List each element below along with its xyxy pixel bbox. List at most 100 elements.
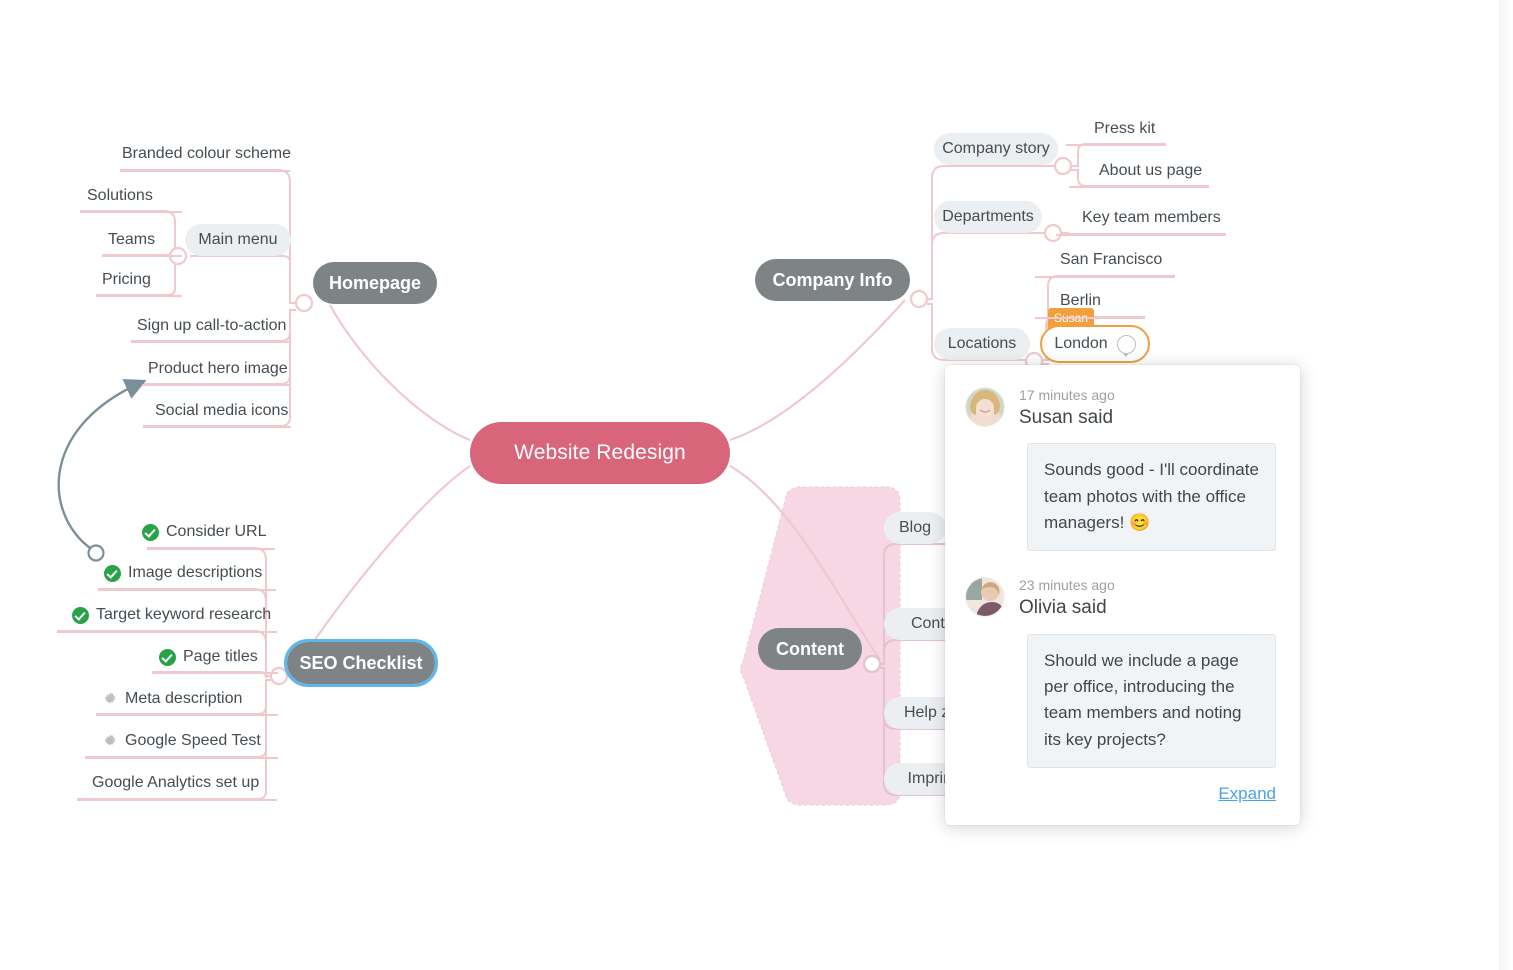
branch-node-homepage[interactable]: Homepage: [313, 262, 437, 304]
node-london-commented[interactable]: London: [1040, 325, 1150, 363]
node-label: Company story: [942, 140, 1050, 157]
node-underline-rail: [143, 426, 291, 428]
check-circle-icon: [104, 564, 121, 582]
node-label: London: [1054, 335, 1108, 352]
comment-timestamp: 17 minutes ago: [1019, 387, 1115, 403]
node-company-story[interactable]: Company story: [934, 133, 1058, 165]
node-blog[interactable]: Blog: [884, 512, 946, 544]
mindmap-canvas[interactable]: Website Redesign Homepage SEO Checklist …: [0, 0, 1513, 970]
node-label: Departments: [942, 208, 1034, 225]
node-meta-description[interactable]: Meta description: [100, 687, 252, 711]
branch-node-content[interactable]: Content: [758, 628, 862, 670]
node-underline-rail: [147, 548, 275, 550]
node-departments[interactable]: Departments: [934, 201, 1042, 233]
comment-entry: 17 minutes ago Susan said Sounds good - …: [965, 387, 1276, 552]
node-pricing[interactable]: Pricing: [100, 268, 156, 292]
node-label: Page titles: [183, 648, 258, 665]
branch-node-company-info[interactable]: Company Info: [755, 259, 910, 301]
comment-author: Olivia said: [1019, 596, 1107, 618]
gear-icon: [102, 691, 118, 707]
node-label: Branded colour scheme: [122, 145, 291, 162]
node-image-descriptions[interactable]: Image descriptions: [102, 561, 264, 585]
node-page-titles[interactable]: Page titles: [157, 645, 258, 669]
branch-node-seo-checklist[interactable]: SEO Checklist: [284, 639, 438, 687]
comment-meta: 17 minutes ago Susan said: [1019, 387, 1115, 429]
node-locations[interactable]: Locations: [934, 328, 1030, 360]
node-label: Key team members: [1082, 209, 1221, 226]
node-label: Meta description: [125, 690, 243, 707]
check-circle-icon: [159, 648, 176, 666]
comment-meta: 23 minutes ago Olivia said: [1019, 577, 1115, 619]
comment-header: 17 minutes ago Susan said: [965, 387, 1276, 429]
olivia-avatar: [965, 577, 1005, 618]
node-underline-rail: [120, 170, 290, 172]
node-main-menu[interactable]: Main menu: [185, 224, 291, 256]
node-sign-up-call-to-action[interactable]: Sign up call-to-action: [135, 314, 287, 338]
node-label: Google Speed Test: [125, 732, 261, 749]
node-underline-rail: [77, 799, 277, 801]
node-underline-rail: [85, 757, 278, 759]
node-underline-rail: [1069, 186, 1209, 188]
comment-body: Sounds good - I'll coordinate team photo…: [1027, 443, 1276, 552]
node-label: Google Analytics set up: [92, 774, 260, 791]
node-label: Sign up call-to-action: [137, 317, 287, 334]
node-about-us-page[interactable]: About us page: [1097, 159, 1205, 183]
node-social-media-icons[interactable]: Social media icons: [153, 399, 288, 423]
check-circle-icon: [72, 606, 89, 624]
comment-entry: 23 minutes ago Olivia said Should we inc…: [965, 577, 1276, 768]
node-label: Locations: [947, 335, 1017, 352]
node-label: Target keyword research: [96, 606, 272, 623]
node-underline-rail: [80, 211, 182, 213]
root-node-website-redesign[interactable]: Website Redesign: [470, 422, 730, 484]
node-label: Social media icons: [155, 402, 289, 419]
check-circle-icon: [142, 523, 159, 541]
node-target-keyword-research[interactable]: Target keyword research: [70, 603, 271, 627]
node-label: Image descriptions: [128, 564, 263, 581]
gear-icon: [102, 733, 118, 749]
expand-link[interactable]: Expand: [1218, 784, 1276, 803]
node-google-analytics-set-up[interactable]: Google Analytics set up: [90, 771, 260, 795]
node-label: Main menu: [198, 231, 278, 248]
comment-bubble-icon[interactable]: [1116, 334, 1136, 357]
comment-author: Susan said: [1019, 406, 1114, 428]
hub-departments: [1043, 223, 1063, 243]
expand-row: Expand: [965, 784, 1276, 804]
node-branded-colour-scheme[interactable]: Branded colour scheme: [120, 142, 291, 166]
node-underline-rail: [131, 341, 291, 343]
node-label: Press kit: [1094, 120, 1156, 137]
comment-body: Should we include a page per office, int…: [1027, 633, 1276, 768]
node-san-francisco[interactable]: San Francisco: [1058, 248, 1166, 272]
relationship-arrow: [57, 379, 147, 554]
hub-homepage: [294, 293, 314, 313]
comment-timestamp: 23 minutes ago: [1019, 577, 1115, 594]
node-key-team-members[interactable]: Key team members: [1080, 206, 1221, 230]
node-product-hero-image[interactable]: Product hero image: [146, 357, 288, 381]
node-underline-rail: [98, 589, 276, 591]
node-underline-rail: [102, 255, 182, 257]
node-press-kit[interactable]: Press kit: [1092, 117, 1164, 141]
node-underline-rail: [57, 631, 277, 633]
node-teams[interactable]: Teams: [106, 228, 158, 252]
node-consider-url[interactable]: Consider URL: [140, 520, 266, 544]
comment-header: 23 minutes ago Olivia said: [965, 577, 1276, 619]
branch-label-company-info: Company Info: [772, 269, 893, 290]
hub-company-info: [909, 289, 929, 309]
comment-popup-panel[interactable]: 17 minutes ago Susan said Sounds good - …: [945, 365, 1300, 825]
node-google-speed-test[interactable]: Google Speed Test: [100, 729, 261, 753]
root-node-label: Website Redesign: [514, 441, 686, 464]
panel-seam: [1499, 0, 1513, 970]
node-label: About us page: [1099, 162, 1203, 179]
node-underline-rail: [152, 672, 278, 674]
node-underline-rail: [1035, 276, 1175, 278]
hub-seo: [269, 666, 289, 686]
relationship-arrow-origin: [87, 544, 105, 562]
node-solutions[interactable]: Solutions: [85, 184, 159, 208]
hub-content: [862, 654, 882, 674]
hub-company-story: [1053, 156, 1073, 176]
node-label: San Francisco: [1060, 251, 1163, 268]
node-label: Product hero image: [148, 360, 288, 377]
node-underline-rail: [1035, 317, 1145, 319]
node-underline-rail: [142, 384, 290, 386]
node-label: Solutions: [87, 187, 153, 204]
node-label: Consider URL: [166, 523, 267, 540]
